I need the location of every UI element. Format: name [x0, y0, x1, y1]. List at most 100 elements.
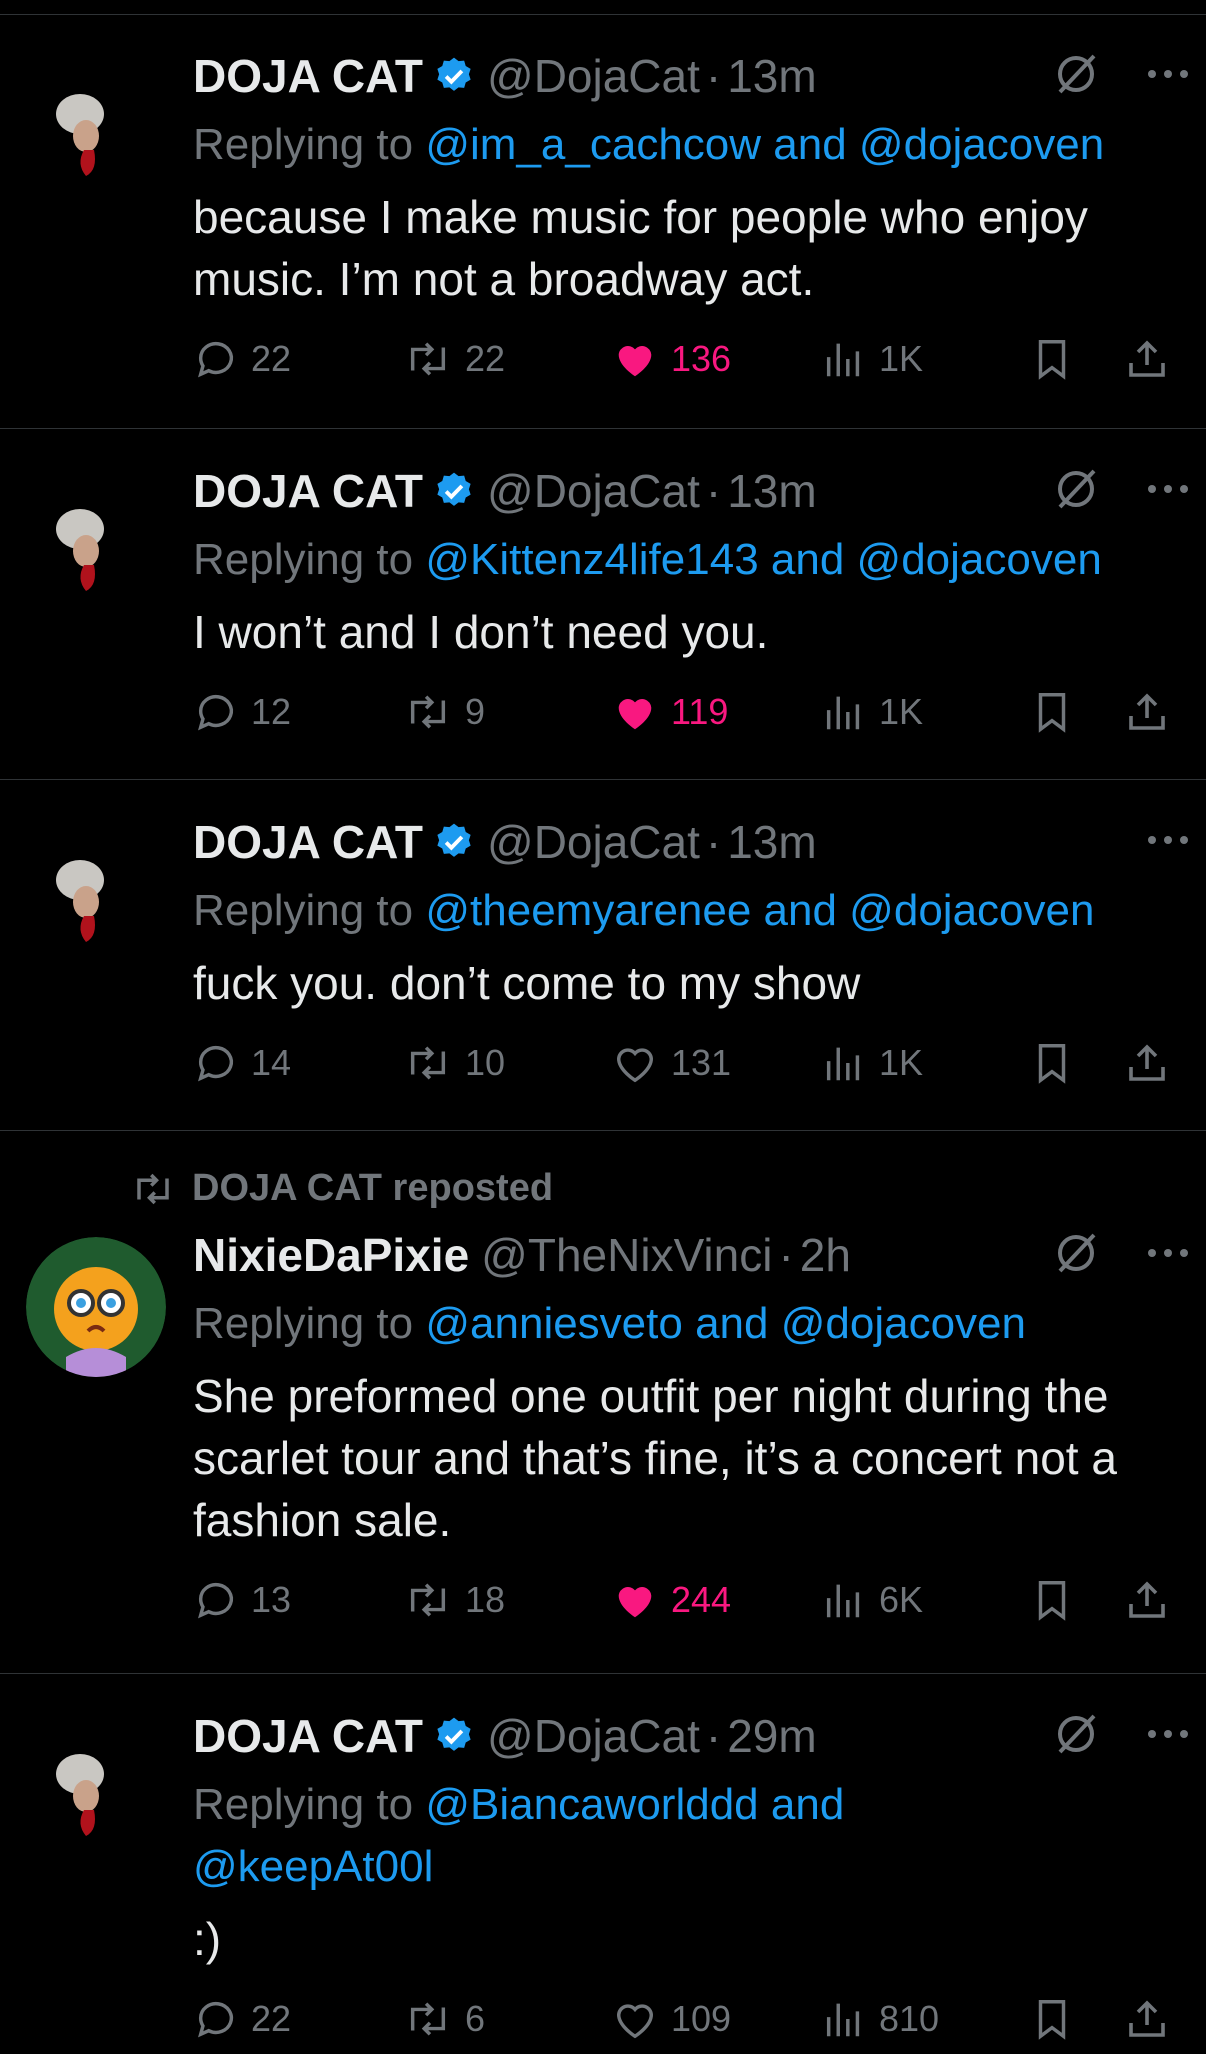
- repost-button[interactable]: 9: [403, 677, 485, 747]
- tweet[interactable]: DOJA CAT @DojaCat · 13m Replying to @im_…: [0, 14, 1206, 429]
- tweet[interactable]: DOJA CAT @DojaCat · 29m Replying to @Bia…: [0, 1674, 1206, 2048]
- views-count: 810: [879, 1998, 940, 2039]
- views-button[interactable]: 1K: [821, 1028, 923, 1098]
- views-button[interactable]: 1K: [821, 677, 923, 747]
- reply-button[interactable]: 13: [193, 1565, 291, 1635]
- replying-prefix: Replying to: [193, 1299, 426, 1348]
- tweet[interactable]: DOJA CAT reposted NixieDaPixie @TheNixVi…: [0, 1131, 1206, 1674]
- timestamp[interactable]: 13m: [727, 464, 816, 518]
- separator-dot: ·: [705, 465, 722, 517]
- display-name[interactable]: DOJA CAT: [193, 1709, 423, 1763]
- avatar[interactable]: [28, 54, 168, 194]
- replying-to: Replying to @im_a_cachcow and @dojacoven: [193, 114, 1196, 176]
- verified-badge-icon: [433, 470, 475, 512]
- tweet-header: DOJA CAT @DojaCat · 13m: [193, 44, 1196, 108]
- tweet-header: NixieDaPixie @TheNixVinci · 2h: [193, 1223, 1196, 1287]
- tweet-text: because I make music for people who enjo…: [193, 191, 1088, 305]
- limited-reply-icon[interactable]: [1052, 1229, 1100, 1282]
- handle[interactable]: @DojaCat: [487, 464, 700, 518]
- share-icon[interactable]: [1123, 1565, 1171, 1635]
- replying-to: Replying to @anniesveto and @dojacoven: [193, 1293, 1196, 1355]
- display-name[interactable]: DOJA CAT: [193, 815, 423, 869]
- handle[interactable]: @TheNixVinci: [481, 1228, 772, 1282]
- more-icon[interactable]: [1144, 481, 1192, 502]
- reply-button[interactable]: 12: [193, 677, 291, 747]
- bookmark-icon[interactable]: [1029, 1028, 1075, 1098]
- tweet-header: DOJA CAT @DojaCat · 13m: [193, 459, 1196, 523]
- limited-reply-icon[interactable]: [1052, 50, 1100, 103]
- tweet-text: I won’t and I don’t need you.: [193, 606, 769, 658]
- views-button[interactable]: 810: [821, 1984, 939, 2054]
- reply-button[interactable]: 22: [193, 324, 291, 394]
- tweet-header: DOJA CAT @DojaCat · 29m: [193, 1704, 1196, 1768]
- limited-reply-icon[interactable]: [1052, 465, 1100, 518]
- reply-button[interactable]: 22: [193, 1984, 291, 2054]
- tweet[interactable]: DOJA CAT @DojaCat · 13m Replying to @the…: [0, 780, 1206, 1131]
- repost-count: 6: [465, 1998, 486, 2039]
- like-button[interactable]: 136: [611, 324, 731, 394]
- avatar[interactable]: [28, 469, 168, 609]
- repost-count: 10: [465, 1042, 506, 1083]
- bookmark-icon[interactable]: [1029, 1984, 1075, 2054]
- repost-button[interactable]: 10: [403, 1028, 505, 1098]
- more-icon[interactable]: [1144, 1245, 1192, 1266]
- share-icon[interactable]: [1123, 1028, 1171, 1098]
- replying-to: Replying to @Biancaworlddd and @keepAt00…: [193, 1774, 933, 1898]
- reply-mentions[interactable]: @theemyarenee and @dojacoven: [425, 886, 1094, 935]
- like-button[interactable]: 109: [611, 1984, 731, 2054]
- repost-button[interactable]: 22: [403, 324, 505, 394]
- bookmark-icon[interactable]: [1029, 324, 1075, 394]
- repost-count: 22: [465, 338, 506, 379]
- separator-dot: ·: [705, 1710, 722, 1762]
- handle[interactable]: @DojaCat: [487, 815, 700, 869]
- avatar[interactable]: [28, 820, 168, 960]
- avatar[interactable]: [26, 1237, 166, 1377]
- repost-button[interactable]: 18: [403, 1565, 505, 1635]
- share-icon[interactable]: [1123, 324, 1171, 394]
- replying-prefix: Replying to: [193, 1780, 426, 1829]
- display-name[interactable]: DOJA CAT: [193, 464, 423, 518]
- more-icon[interactable]: [1144, 832, 1192, 853]
- views-button[interactable]: 1K: [821, 324, 923, 394]
- timestamp[interactable]: 13m: [727, 49, 816, 103]
- reply-mentions[interactable]: @im_a_cachcow and @dojacoven: [425, 120, 1104, 169]
- avatar[interactable]: [28, 1714, 168, 1854]
- timestamp[interactable]: 2h: [800, 1228, 851, 1282]
- repost-banner-text[interactable]: DOJA CAT reposted: [192, 1167, 553, 1210]
- reply-button[interactable]: 14: [193, 1028, 291, 1098]
- bookmark-icon[interactable]: [1029, 677, 1075, 747]
- handle[interactable]: @DojaCat: [487, 1709, 700, 1763]
- views-button[interactable]: 6K: [821, 1565, 923, 1635]
- repost-button[interactable]: 6: [403, 1984, 485, 2054]
- timestamp[interactable]: 29m: [727, 1709, 816, 1763]
- views-count: 1K: [879, 1042, 924, 1083]
- tweet-header: DOJA CAT @DojaCat · 13m: [193, 810, 1196, 874]
- display-name[interactable]: DOJA CAT: [193, 49, 423, 103]
- limited-reply-icon[interactable]: [1052, 1710, 1100, 1763]
- timestamp[interactable]: 13m: [727, 815, 816, 869]
- reply-mentions[interactable]: @anniesveto and @dojacoven: [425, 1299, 1026, 1348]
- like-count: 131: [671, 1042, 732, 1083]
- like-count: 109: [671, 1998, 732, 2039]
- like-count: 119: [671, 691, 729, 732]
- reply-count: 12: [251, 691, 292, 732]
- tweet[interactable]: DOJA CAT @DojaCat · 13m Replying to @Kit…: [0, 429, 1206, 780]
- share-icon[interactable]: [1123, 1984, 1171, 2054]
- reply-count: 22: [251, 338, 292, 379]
- more-icon[interactable]: [1144, 1726, 1192, 1747]
- handle[interactable]: @DojaCat: [487, 49, 700, 103]
- repost-banner: DOJA CAT reposted: [128, 1167, 553, 1210]
- share-icon[interactable]: [1123, 677, 1171, 747]
- bookmark-icon[interactable]: [1029, 1565, 1075, 1635]
- tweet-text: fuck you. don’t come to my show: [193, 957, 861, 1009]
- top-divider: [0, 0, 1206, 15]
- tweet-text: :): [193, 1913, 222, 1965]
- action-bar: 14 10 131 1K: [193, 1028, 1196, 1098]
- like-button[interactable]: 244: [611, 1565, 731, 1635]
- more-icon[interactable]: [1144, 66, 1192, 87]
- like-button[interactable]: 131: [611, 1028, 731, 1098]
- reply-mentions[interactable]: @Kittenz4life143 and @dojacoven: [425, 535, 1101, 584]
- display-name[interactable]: NixieDaPixie: [193, 1228, 469, 1282]
- like-button[interactable]: 119: [611, 677, 728, 747]
- separator-dot: ·: [705, 816, 722, 868]
